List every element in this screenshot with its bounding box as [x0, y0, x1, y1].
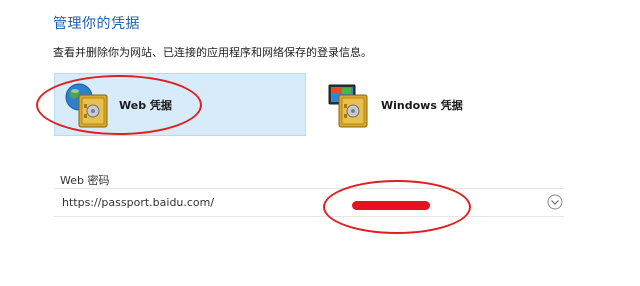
web-credentials-label: Web 凭据	[119, 98, 172, 112]
row-divider-bottom	[54, 216, 564, 217]
chevron-down-icon[interactable]	[547, 194, 563, 210]
page-description: 查看并删除你为网站、已连接的应用程序和网络保存的登录信息。	[53, 46, 372, 59]
web-credentials-tile[interactable]: Web 凭据	[54, 73, 306, 136]
windows-credential-vault-icon	[323, 79, 375, 131]
windows-credentials-tile[interactable]: Windows 凭据	[317, 73, 517, 136]
windows-credentials-label: Windows 凭据	[381, 98, 463, 112]
credential-row[interactable]: https://passport.baidu.com/	[54, 190, 564, 216]
web-credential-vault-icon	[61, 79, 113, 131]
redacted-password-mark	[352, 201, 430, 210]
web-passwords-heading: Web 密码	[60, 174, 110, 187]
page-title: 管理你的凭据	[53, 16, 140, 32]
credential-manager-page: 管理你的凭据 查看并删除你为网站、已连接的应用程序和网络保存的登录信息。 Web…	[0, 0, 640, 286]
credential-url: https://passport.baidu.com/	[62, 196, 215, 209]
row-divider-top	[54, 188, 564, 189]
